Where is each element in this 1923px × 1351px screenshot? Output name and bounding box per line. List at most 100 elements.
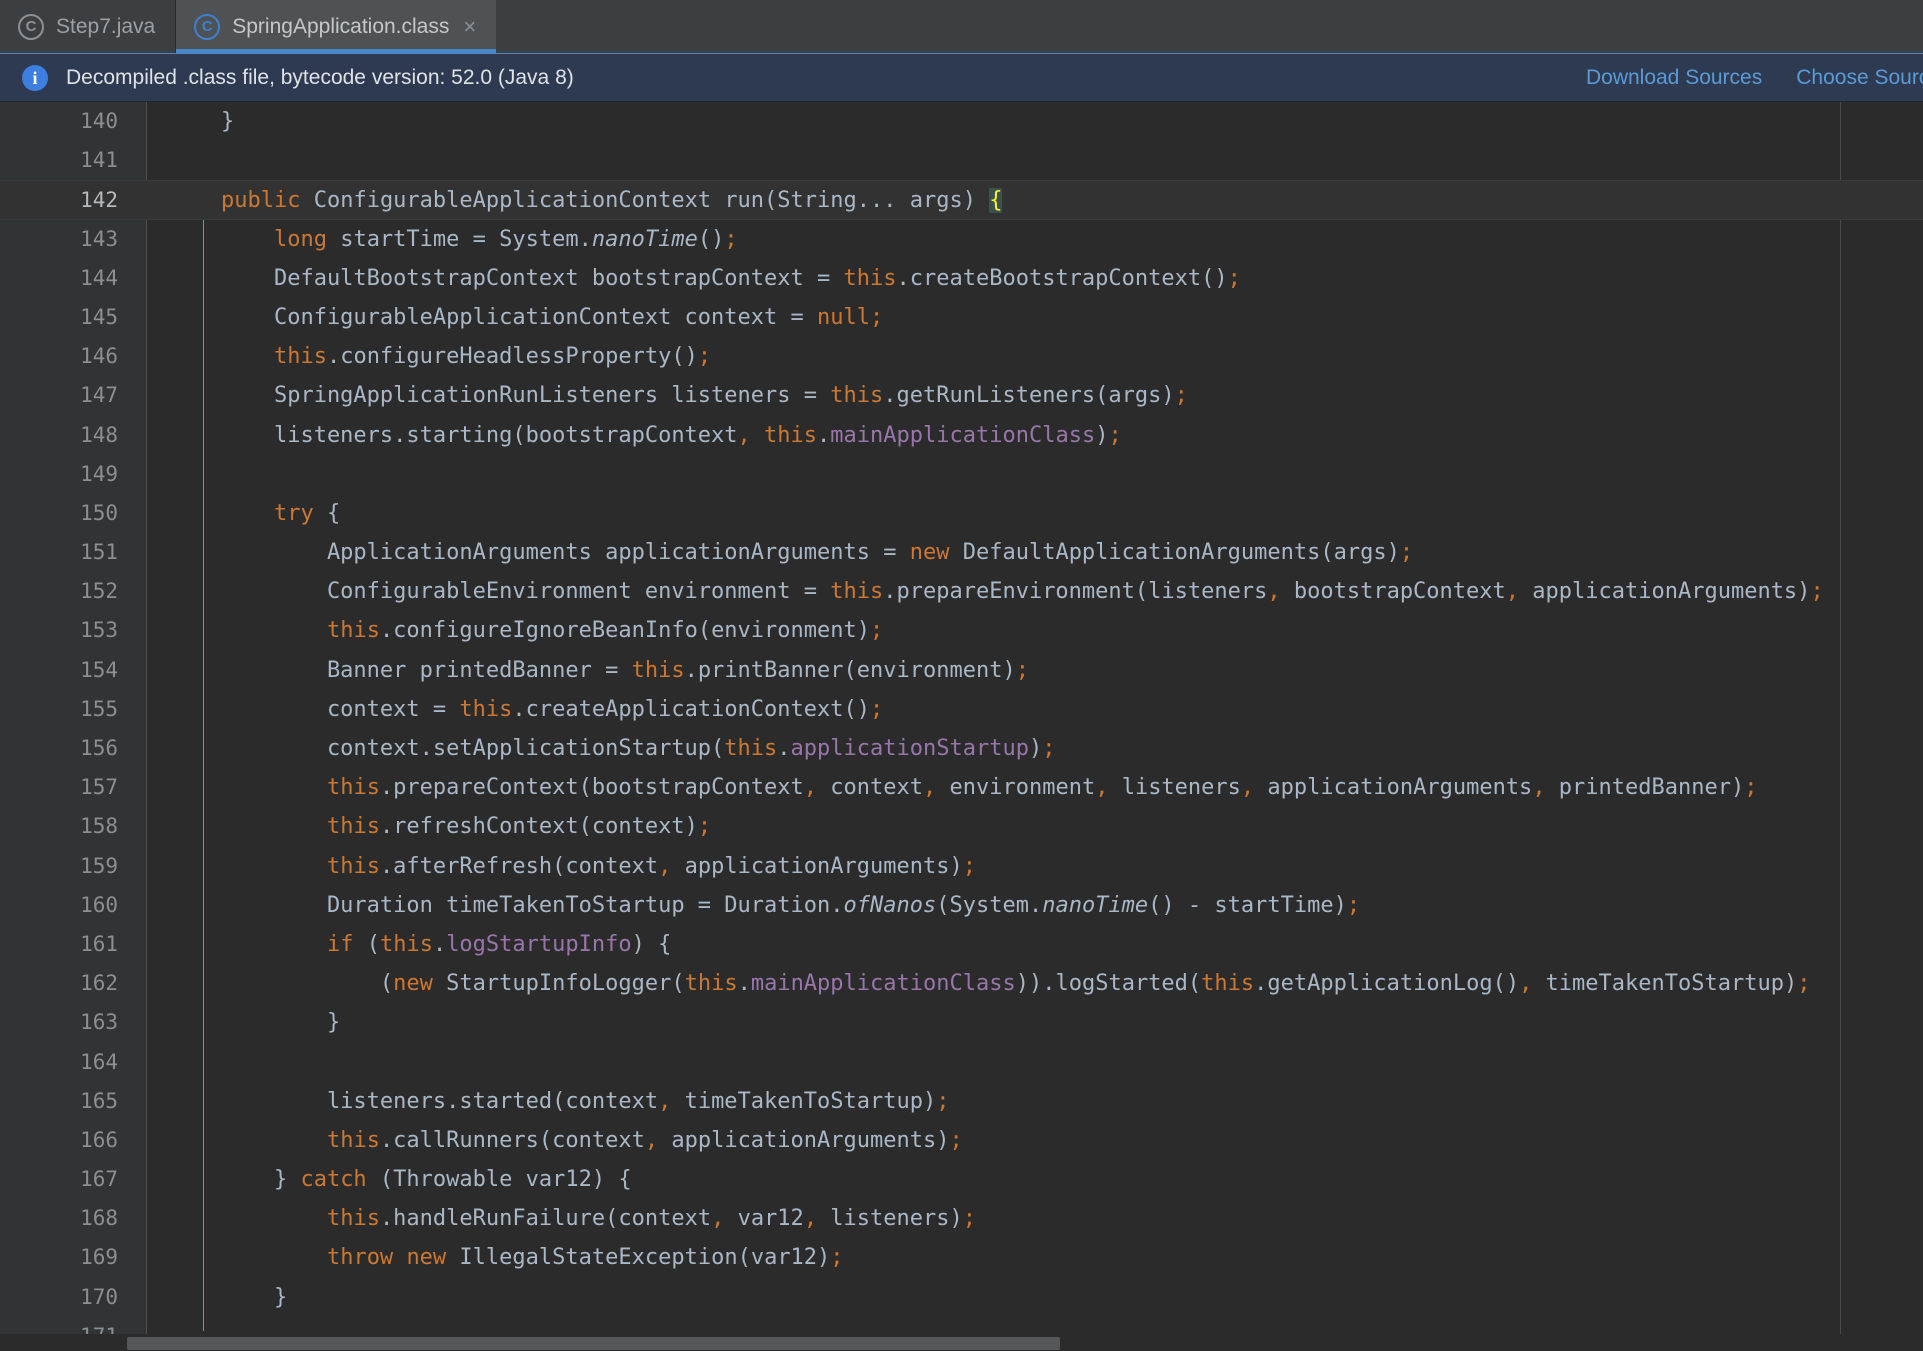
line-source: ApplicationArguments applicationArgument… [168,540,1414,566]
line-source: ConfigurableApplicationContext context =… [168,304,884,330]
line-source: listeners.started(context, timeTakenToSt… [168,1088,950,1114]
editor-tab-label: Step7.java [56,14,156,38]
line-source: Duration timeTakenToStartup = Duration.o… [168,892,1361,918]
java-class-icon: C [18,13,44,40]
line-number: 148 [80,422,118,447]
java-class-icon: C [194,13,221,40]
line-number: 154 [80,657,118,682]
line-source: this.handleRunFailure(context, var12, li… [326,1206,977,1232]
horizontal-scrollbar[interactable] [0,1334,1923,1351]
code-line[interactable]: 140 } [0,102,1923,141]
code-line[interactable]: 168 this.handleRunFailure(context, var12… [0,1199,1923,1238]
line-number: 158 [80,814,118,839]
download-sources-link[interactable]: Download Sources [1586,66,1762,90]
line-number: 162 [80,971,118,996]
line-source: long startTime = System.nanoTime(); [273,226,738,252]
editor-tab-springapplication[interactable]: C SpringApplication.class × [176,0,497,53]
line-number: 165 [80,1088,118,1113]
line-number: 157 [80,775,118,800]
code-line[interactable]: 161 if (this.logStartupInfo) { [0,925,1923,964]
line-source: this.prepareContext(bootstrapContext, co… [326,775,1758,801]
code-line[interactable]: 152 ConfigurableEnvironment environment … [0,572,1923,611]
line-source: this.afterRefresh(context, applicationAr… [326,853,976,879]
line-number: 170 [80,1284,118,1309]
line-number: 142 [80,188,118,213]
line-source: DefaultBootstrapContext bootstrapContext… [168,265,1241,291]
line-source: if (this.logStartupInfo) { [326,931,672,957]
code-line[interactable]: 142 public ConfigurableApplicationContex… [0,180,1923,220]
code-line[interactable]: 154 Banner printedBanner = this.printBan… [0,651,1923,690]
code-line[interactable]: 148 listeners.starting(bootstrapContext,… [0,416,1923,455]
line-source: SpringApplicationRunListeners listeners … [168,383,1188,409]
code-line[interactable]: 158 this.refreshContext(context); [0,807,1923,846]
line-source: (new StartupInfoLogger(this.mainApplicat… [168,971,1811,997]
tab-bar-filler [496,0,1923,53]
line-number: 160 [80,892,118,917]
code-line[interactable]: 151 ApplicationArguments applicationArgu… [0,533,1923,572]
editor-tab-step7[interactable]: C Step7.java [0,0,176,53]
code-line[interactable]: 145 ConfigurableApplicationContext conte… [0,298,1923,337]
line-source: } [168,1284,288,1310]
choose-sources-link[interactable]: Choose Sources... [1796,66,1923,90]
line-source: context.setApplicationStartup(this.appli… [168,736,1056,761]
line-source: } catch (Throwable var12) { [168,1167,632,1193]
code-line[interactable]: 147 SpringApplicationRunListeners listen… [0,376,1923,415]
code-line[interactable]: 156 context.setApplicationStartup(this.a… [0,729,1923,768]
line-number: 143 [80,226,118,251]
line-source: throw new IllegalStateException(var12); [326,1245,844,1271]
line-number: 159 [80,853,118,878]
line-number: 166 [80,1127,118,1152]
line-number: 150 [80,500,118,525]
line-number: 164 [80,1049,118,1074]
code-line[interactable]: 170 } [0,1278,1923,1317]
code-line[interactable]: 146 this.configureHeadlessProperty(); [0,337,1923,376]
line-source: Banner printedBanner = this.printBanner(… [168,657,1029,683]
line-source: this.configureIgnoreBeanInfo(environment… [326,618,884,644]
line-source: public ConfigurableApplicationContext ru… [220,188,1003,214]
editor-tab-bar: C Step7.java C SpringApplication.class × [0,0,1923,53]
code-line[interactable]: 150 try { [0,494,1923,533]
code-line[interactable]: 153 this.configureIgnoreBeanInfo(environ… [0,611,1923,650]
code-line[interactable]: 159 this.afterRefresh(context, applicati… [0,847,1923,886]
line-number: 155 [80,696,118,721]
line-number: 140 [80,109,118,133]
line-number: 153 [80,618,118,643]
code-line[interactable]: 155 context = this.createApplicationCont… [0,690,1923,729]
code-line[interactable]: 166 this.callRunners(context, applicatio… [0,1121,1923,1160]
close-icon[interactable]: × [463,15,476,38]
line-number: 146 [80,344,118,369]
code-line[interactable]: 164 [0,1043,1923,1082]
line-source: ConfigurableEnvironment environment = th… [168,579,1824,605]
line-number: 161 [80,931,118,956]
line-number: 169 [80,1245,118,1270]
line-number: 167 [80,1167,118,1192]
code-editor[interactable]: 140 } 141 142 public ConfigurableApplicati… [0,102,1923,1351]
line-source: this.refreshContext(context); [326,814,712,840]
code-lines: 140 } 141 142 public ConfigurableApplicati… [0,102,1923,1351]
code-line[interactable]: 160 Duration timeTakenToStartup = Durati… [0,886,1923,925]
line-source: try { [273,500,341,526]
code-line[interactable]: 157 this.prepareContext(bootstrapContext… [0,768,1923,807]
code-line[interactable]: 163 } [0,1003,1923,1042]
horizontal-scrollbar-thumb[interactable] [127,1337,1060,1350]
line-number: 141 [80,148,118,173]
code-line[interactable]: 149 [0,455,1923,494]
line-source: } [168,1010,341,1036]
line-number: 144 [80,265,118,290]
line-number: 149 [80,461,118,486]
notification-actions: Download Sources Choose Sources... [1586,66,1923,90]
code-line[interactable]: 165 listeners.started(context, timeTaken… [0,1082,1923,1121]
line-source: listeners.starting(bootstrapContext, thi… [168,422,1122,448]
line-number: 156 [80,736,118,760]
line-source: this.configureHeadlessProperty(); [273,344,712,370]
code-line[interactable]: 169 throw new IllegalStateException(var1… [0,1238,1923,1277]
code-line[interactable]: 143 long startTime = System.nanoTime(); [0,220,1923,259]
line-source: } [168,109,235,134]
line-source: context = this.createApplicationContext(… [168,696,884,722]
decompiled-notification-bar: i Decompiled .class file, bytecode versi… [0,53,1923,102]
code-line[interactable]: 162 (new StartupInfoLogger(this.mainAppl… [0,964,1923,1003]
code-line[interactable]: 141 [0,141,1923,180]
code-line[interactable]: 167 } catch (Throwable var12) { [0,1160,1923,1199]
editor-tab-label: SpringApplication.class [232,14,450,38]
code-line[interactable]: 144 DefaultBootstrapContext bootstrapCon… [0,259,1923,298]
